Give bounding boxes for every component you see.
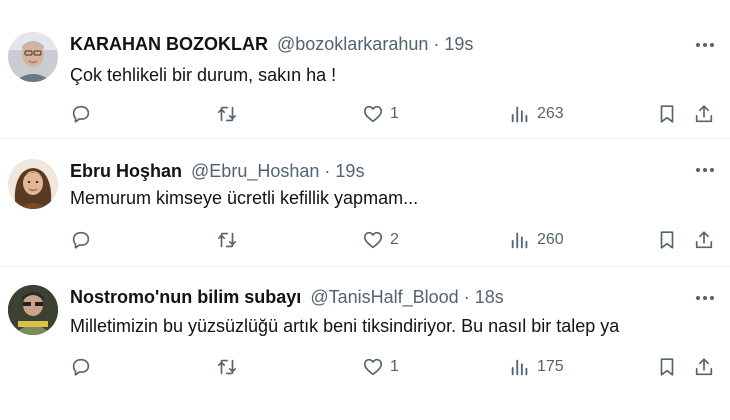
bookmark-icon <box>656 103 678 125</box>
tweet-header: KARAHAN BOZOKLAR @bozoklarkarahun · 19s <box>70 33 680 55</box>
views-button[interactable]: 260 <box>509 227 564 253</box>
heart-icon <box>362 356 384 378</box>
user-handle[interactable]: @bozoklarkarahun <box>277 34 428 54</box>
display-name[interactable]: Ebru Hoşhan <box>70 161 182 181</box>
more-horizontal-icon[interactable] <box>694 159 716 181</box>
views-button[interactable]: 175 <box>509 354 564 380</box>
bookmark-icon <box>656 356 678 378</box>
avatar[interactable] <box>8 159 58 209</box>
display-name[interactable]: KARAHAN BOZOKLAR <box>70 34 268 54</box>
separator-dot: · <box>433 34 440 54</box>
more-horizontal-icon[interactable] <box>694 287 716 309</box>
separator-dot: · <box>463 287 470 307</box>
bookmark-button[interactable] <box>656 354 678 380</box>
user-handle[interactable]: @Ebru_Hoshan <box>191 161 319 181</box>
bookmark-button[interactable] <box>656 101 678 127</box>
display-name[interactable]: Nostromo'nun bilim subayı <box>70 287 301 307</box>
user-handle[interactable]: @TanisHalf_Blood <box>310 287 458 307</box>
tweet-header: Nostromo'nun bilim subayı @TanisHalf_Blo… <box>70 286 680 308</box>
reply-icon <box>70 356 92 378</box>
views-count: 175 <box>537 358 564 375</box>
bookmark-button[interactable] <box>656 227 678 253</box>
like-count: 2 <box>390 231 399 248</box>
tweet-text: Memurum kimseye ücretli kefillik yapmam.… <box>70 188 419 208</box>
like-button[interactable]: 2 <box>362 227 399 253</box>
tweet[interactable]: Ebru Hoşhan @Ebru_Hoshan · 19s Memurum k… <box>0 139 730 267</box>
tweet-actions: 2 260 <box>0 227 730 253</box>
views-count: 263 <box>537 105 564 122</box>
more-horizontal-icon[interactable] <box>694 34 716 56</box>
heart-icon <box>362 229 384 251</box>
views-count: 260 <box>537 231 564 248</box>
retweet-button[interactable] <box>216 101 244 127</box>
tweet-actions: 1 263 <box>0 101 730 127</box>
tweet-text: Çok tehlikeli bir durum, sakın ha ! <box>70 65 337 85</box>
reply-button[interactable] <box>70 101 98 127</box>
share-button[interactable] <box>693 101 715 127</box>
reply-icon <box>70 229 92 251</box>
views-icon <box>509 356 531 378</box>
heart-icon <box>362 103 384 125</box>
views-icon <box>509 103 531 125</box>
timestamp[interactable]: 19s <box>444 34 473 54</box>
retweet-icon <box>216 356 238 378</box>
share-button[interactable] <box>693 354 715 380</box>
tweet-feed: KARAHAN BOZOKLAR @bozoklarkarahun · 19s … <box>0 0 730 420</box>
tweet-text: Milletimizin bu yüzsüzlüğü artık beni ti… <box>70 316 620 336</box>
retweet-button[interactable] <box>216 227 244 253</box>
tweet-header: Ebru Hoşhan @Ebru_Hoshan · 19s <box>70 160 680 182</box>
tweet[interactable]: Nostromo'nun bilim subayı @TanisHalf_Blo… <box>0 267 730 420</box>
avatar[interactable] <box>8 32 58 82</box>
tweet-actions: 1 175 <box>0 354 730 380</box>
like-button[interactable]: 1 <box>362 354 399 380</box>
like-count: 1 <box>390 358 399 375</box>
tweet[interactable]: KARAHAN BOZOKLAR @bozoklarkarahun · 19s … <box>0 0 730 139</box>
share-icon <box>693 103 715 125</box>
reply-icon <box>70 103 92 125</box>
share-icon <box>693 356 715 378</box>
reply-button[interactable] <box>70 227 98 253</box>
timestamp[interactable]: 19s <box>335 161 364 181</box>
retweet-icon <box>216 103 238 125</box>
bookmark-icon <box>656 229 678 251</box>
like-button[interactable]: 1 <box>362 101 399 127</box>
separator-dot: · <box>324 161 331 181</box>
share-button[interactable] <box>693 227 715 253</box>
avatar[interactable] <box>8 285 58 335</box>
timestamp[interactable]: 18s <box>475 287 504 307</box>
views-button[interactable]: 263 <box>509 101 564 127</box>
retweet-button[interactable] <box>216 354 244 380</box>
share-icon <box>693 229 715 251</box>
reply-button[interactable] <box>70 354 98 380</box>
like-count: 1 <box>390 105 399 122</box>
retweet-icon <box>216 229 238 251</box>
views-icon <box>509 229 531 251</box>
